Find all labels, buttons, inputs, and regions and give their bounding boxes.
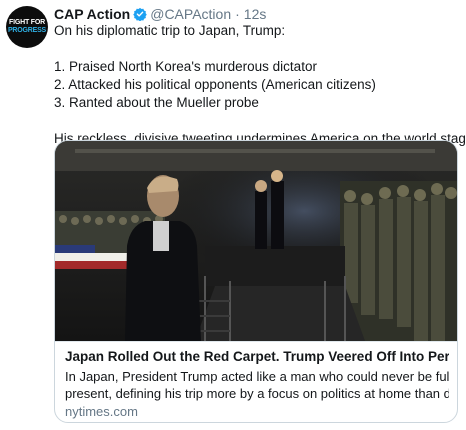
card-description-line: present, defining his trip more by a foc…	[65, 386, 449, 401]
verified-badge-icon	[133, 7, 148, 21]
tweet-text-line: On his diplomatic trip to Japan, Trump:	[54, 23, 286, 38]
card-description-line: In Japan, President Trump acted like a m…	[65, 369, 449, 384]
article-photo[interactable]	[55, 141, 457, 341]
tweet-text-line: 2. Attacked his political opponents (Ame…	[54, 77, 376, 92]
link-card[interactable]: Japan Rolled Out the Red Carpet. Trump V…	[54, 140, 458, 423]
display-name[interactable]: CAP Action	[54, 6, 130, 22]
avatar-text-line2: PROGRESS	[7, 27, 47, 34]
tweet-text-line: 1. Praised North Korea's murderous dicta…	[54, 59, 317, 74]
user-handle[interactable]: @CAPAction	[150, 6, 231, 22]
card-domain[interactable]: nytimes.com	[65, 404, 138, 419]
avatar-text-line1: FIGHT FOR	[9, 19, 45, 26]
tweet-header: CAP Action @CAPAction · 12s	[54, 4, 266, 24]
tweet[interactable]: FIGHT FOR PROGRESS CAP Action @CAPAction…	[0, 0, 466, 430]
separator-dot: ·	[235, 6, 240, 22]
card-title[interactable]: Japan Rolled Out the Red Carpet. Trump V…	[65, 349, 449, 364]
timestamp[interactable]: 12s	[244, 6, 267, 22]
tweet-text-line: 3. Ranted about the Mueller probe	[54, 95, 259, 110]
card-description: In Japan, President Trump acted like a m…	[65, 368, 449, 402]
avatar[interactable]: FIGHT FOR PROGRESS	[6, 6, 48, 48]
tweet-text: On his diplomatic trip to Japan, Trump: …	[54, 22, 466, 148]
card-meta[interactable]: Japan Rolled Out the Red Carpet. Trump V…	[55, 341, 457, 422]
